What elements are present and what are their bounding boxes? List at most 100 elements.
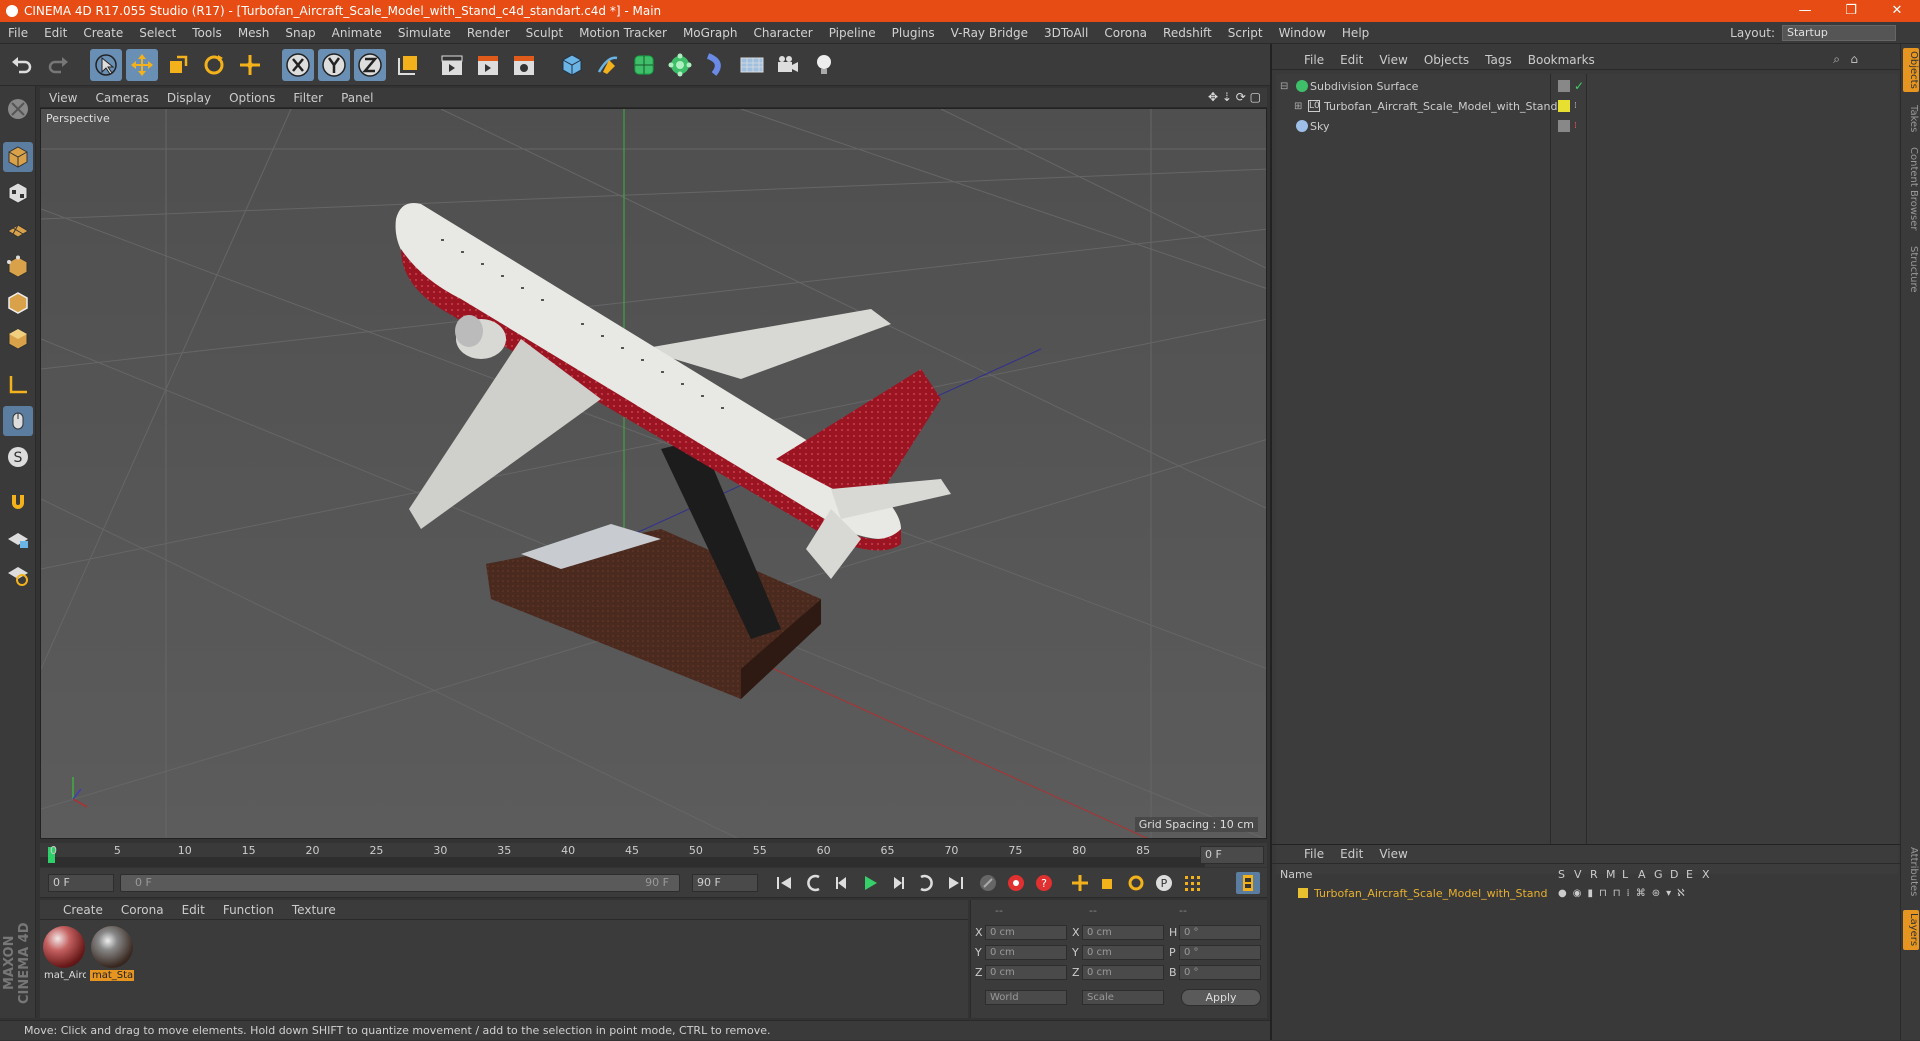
previous-key-button[interactable] [802, 872, 826, 894]
object-home-icon[interactable]: ⌂ [1850, 52, 1858, 66]
keyframe-selection-button[interactable]: ? [1032, 872, 1056, 894]
tweak-mode-button[interactable] [3, 406, 33, 436]
layout-dropdown[interactable]: Startup [1782, 25, 1896, 41]
timeline-window-button[interactable] [1236, 872, 1260, 894]
go-to-end-button[interactable] [944, 872, 968, 894]
start-frame-field[interactable]: 0 F [48, 874, 114, 892]
menu-edit[interactable]: Edit [36, 22, 75, 44]
object-search-icon[interactable]: ⌕ [1833, 52, 1840, 67]
menu-tools[interactable]: Tools [184, 22, 230, 44]
key-rotation-button[interactable] [1124, 872, 1148, 894]
menu-vray-bridge[interactable]: V-Ray Bridge [943, 22, 1036, 44]
transform-tool-button[interactable] [234, 49, 266, 81]
render-picture-viewer-button[interactable] [472, 49, 504, 81]
key-pla-button[interactable] [1180, 872, 1204, 894]
visibility-dots-icon[interactable]: ⁞ [1574, 101, 1577, 111]
menu-3dtoall[interactable]: 3DToAll [1036, 22, 1096, 44]
position-x-field[interactable]: 0 cm [985, 925, 1067, 940]
layer-color-swatch[interactable] [1558, 100, 1570, 112]
workplane-lock-button[interactable] [3, 524, 33, 554]
menu-animate[interactable]: Animate [324, 22, 390, 44]
position-y-field[interactable]: 0 cm [985, 945, 1067, 960]
viewport-menu-panel[interactable]: Panel [332, 91, 382, 105]
z-axis-lock-button[interactable] [354, 49, 386, 81]
object-row-aircraft[interactable]: ⊞ L0 Turbofan_Aircraft_Scale_Model_with_… [1276, 96, 1898, 116]
layer-menu-file[interactable]: File [1296, 847, 1332, 861]
cube-primitive-button[interactable] [556, 49, 588, 81]
menu-create[interactable]: Create [75, 22, 131, 44]
key-scale-button[interactable] [1096, 872, 1120, 894]
floor-button[interactable] [736, 49, 768, 81]
close-button[interactable]: ✕ [1874, 0, 1920, 22]
material-swatch-stand[interactable]: mat_Sta [90, 926, 134, 981]
key-position-button[interactable] [1068, 872, 1092, 894]
viewport-menu-filter[interactable]: Filter [284, 91, 332, 105]
size-x-field[interactable]: 0 cm [1082, 925, 1164, 940]
tab-attributes[interactable]: Attributes [1903, 844, 1919, 900]
menu-motion-tracker[interactable]: Motion Tracker [571, 22, 675, 44]
layer-row[interactable]: Turbofan_Aircraft_Scale_Model_with_Stand… [1276, 884, 1898, 902]
planar-workplane-button[interactable] [3, 560, 33, 590]
enabled-check-icon[interactable]: ✓ [1574, 79, 1584, 93]
spline-pen-button[interactable] [592, 49, 624, 81]
record-active-button[interactable] [976, 872, 1000, 894]
object-menu-edit[interactable]: Edit [1332, 53, 1371, 67]
material-menu-texture[interactable]: Texture [283, 903, 345, 917]
light-button[interactable] [808, 49, 840, 81]
timeline-ruler[interactable]: 051015202530354045505560657075808590 0 F [40, 843, 1267, 867]
edit-visible-icon[interactable] [1558, 80, 1570, 92]
next-key-button[interactable] [914, 872, 938, 894]
current-frame-field[interactable]: 0 F [1200, 846, 1264, 864]
object-menu-tags[interactable]: Tags [1477, 53, 1520, 67]
menu-pipeline[interactable]: Pipeline [821, 22, 884, 44]
size-z-field[interactable]: 0 cm [1082, 965, 1164, 980]
menu-redshift[interactable]: Redshift [1155, 22, 1220, 44]
camera-button[interactable] [772, 49, 804, 81]
cloner-button[interactable] [664, 49, 696, 81]
rotation-h-field[interactable]: 0 ° [1179, 925, 1261, 940]
polygons-mode-button[interactable] [3, 324, 33, 354]
make-editable-button[interactable] [3, 94, 33, 124]
y-axis-lock-button[interactable] [318, 49, 350, 81]
layer-color-swatch[interactable] [1298, 888, 1308, 898]
move-tool-button[interactable] [126, 49, 158, 81]
snap-toggle-button[interactable] [3, 488, 33, 518]
material-menu-create[interactable]: Create [54, 903, 112, 917]
edit-visible-icon[interactable] [1558, 120, 1570, 132]
rotation-p-field[interactable]: 0 ° [1179, 945, 1261, 960]
expand-toggle[interactable]: ⊞ [1294, 101, 1302, 112]
viewport-menu-cameras[interactable]: Cameras [86, 91, 157, 105]
size-mode-dropdown[interactable]: Scale [1082, 990, 1164, 1005]
layer-menu-edit[interactable]: Edit [1332, 847, 1371, 861]
end-frame-field[interactable]: 90 F [692, 874, 758, 892]
play-button[interactable] [858, 872, 882, 894]
layer-flag-icons[interactable]: ●◉▮⊓⊓⁞⌘⊛▾ℵ [1558, 888, 1691, 899]
menu-character[interactable]: Character [745, 22, 820, 44]
redo-button[interactable] [42, 49, 74, 81]
material-menu-edit[interactable]: Edit [173, 903, 214, 917]
rotation-b-field[interactable]: 0 ° [1179, 965, 1261, 980]
size-y-field[interactable]: 0 cm [1082, 945, 1164, 960]
rotate-tool-button[interactable] [198, 49, 230, 81]
scale-tool-button[interactable] [162, 49, 194, 81]
position-z-field[interactable]: 0 cm [985, 965, 1067, 980]
menu-render[interactable]: Render [459, 22, 518, 44]
menu-corona[interactable]: Corona [1096, 22, 1155, 44]
object-menu-bookmarks[interactable]: Bookmarks [1520, 53, 1603, 67]
object-row-subdivision[interactable]: ⊟ Subdivision Surface ✓ [1276, 76, 1898, 96]
workplane-mode-button[interactable] [3, 214, 33, 244]
next-frame-button[interactable] [886, 872, 910, 894]
3d-viewport[interactable]: Perspective Grid Spacing : 10 cm [40, 108, 1267, 839]
material-menu-function[interactable]: Function [214, 903, 283, 917]
tab-structure[interactable]: Structure [1903, 244, 1919, 294]
minimize-button[interactable]: — [1782, 0, 1828, 22]
object-menu-view[interactable]: View [1371, 53, 1415, 67]
tab-layers[interactable]: Layers [1903, 910, 1919, 950]
solo-mode-button[interactable]: S [3, 442, 33, 472]
viewport-nav-icons[interactable]: ✥ ⇣ ⟳ ▢ [1208, 90, 1261, 104]
restore-button[interactable]: ❐ [1828, 0, 1874, 22]
menu-snap[interactable]: Snap [277, 22, 323, 44]
viewport-menu-display[interactable]: Display [158, 91, 220, 105]
coordinate-system-button[interactable] [392, 49, 424, 81]
render-view-button[interactable] [436, 49, 468, 81]
